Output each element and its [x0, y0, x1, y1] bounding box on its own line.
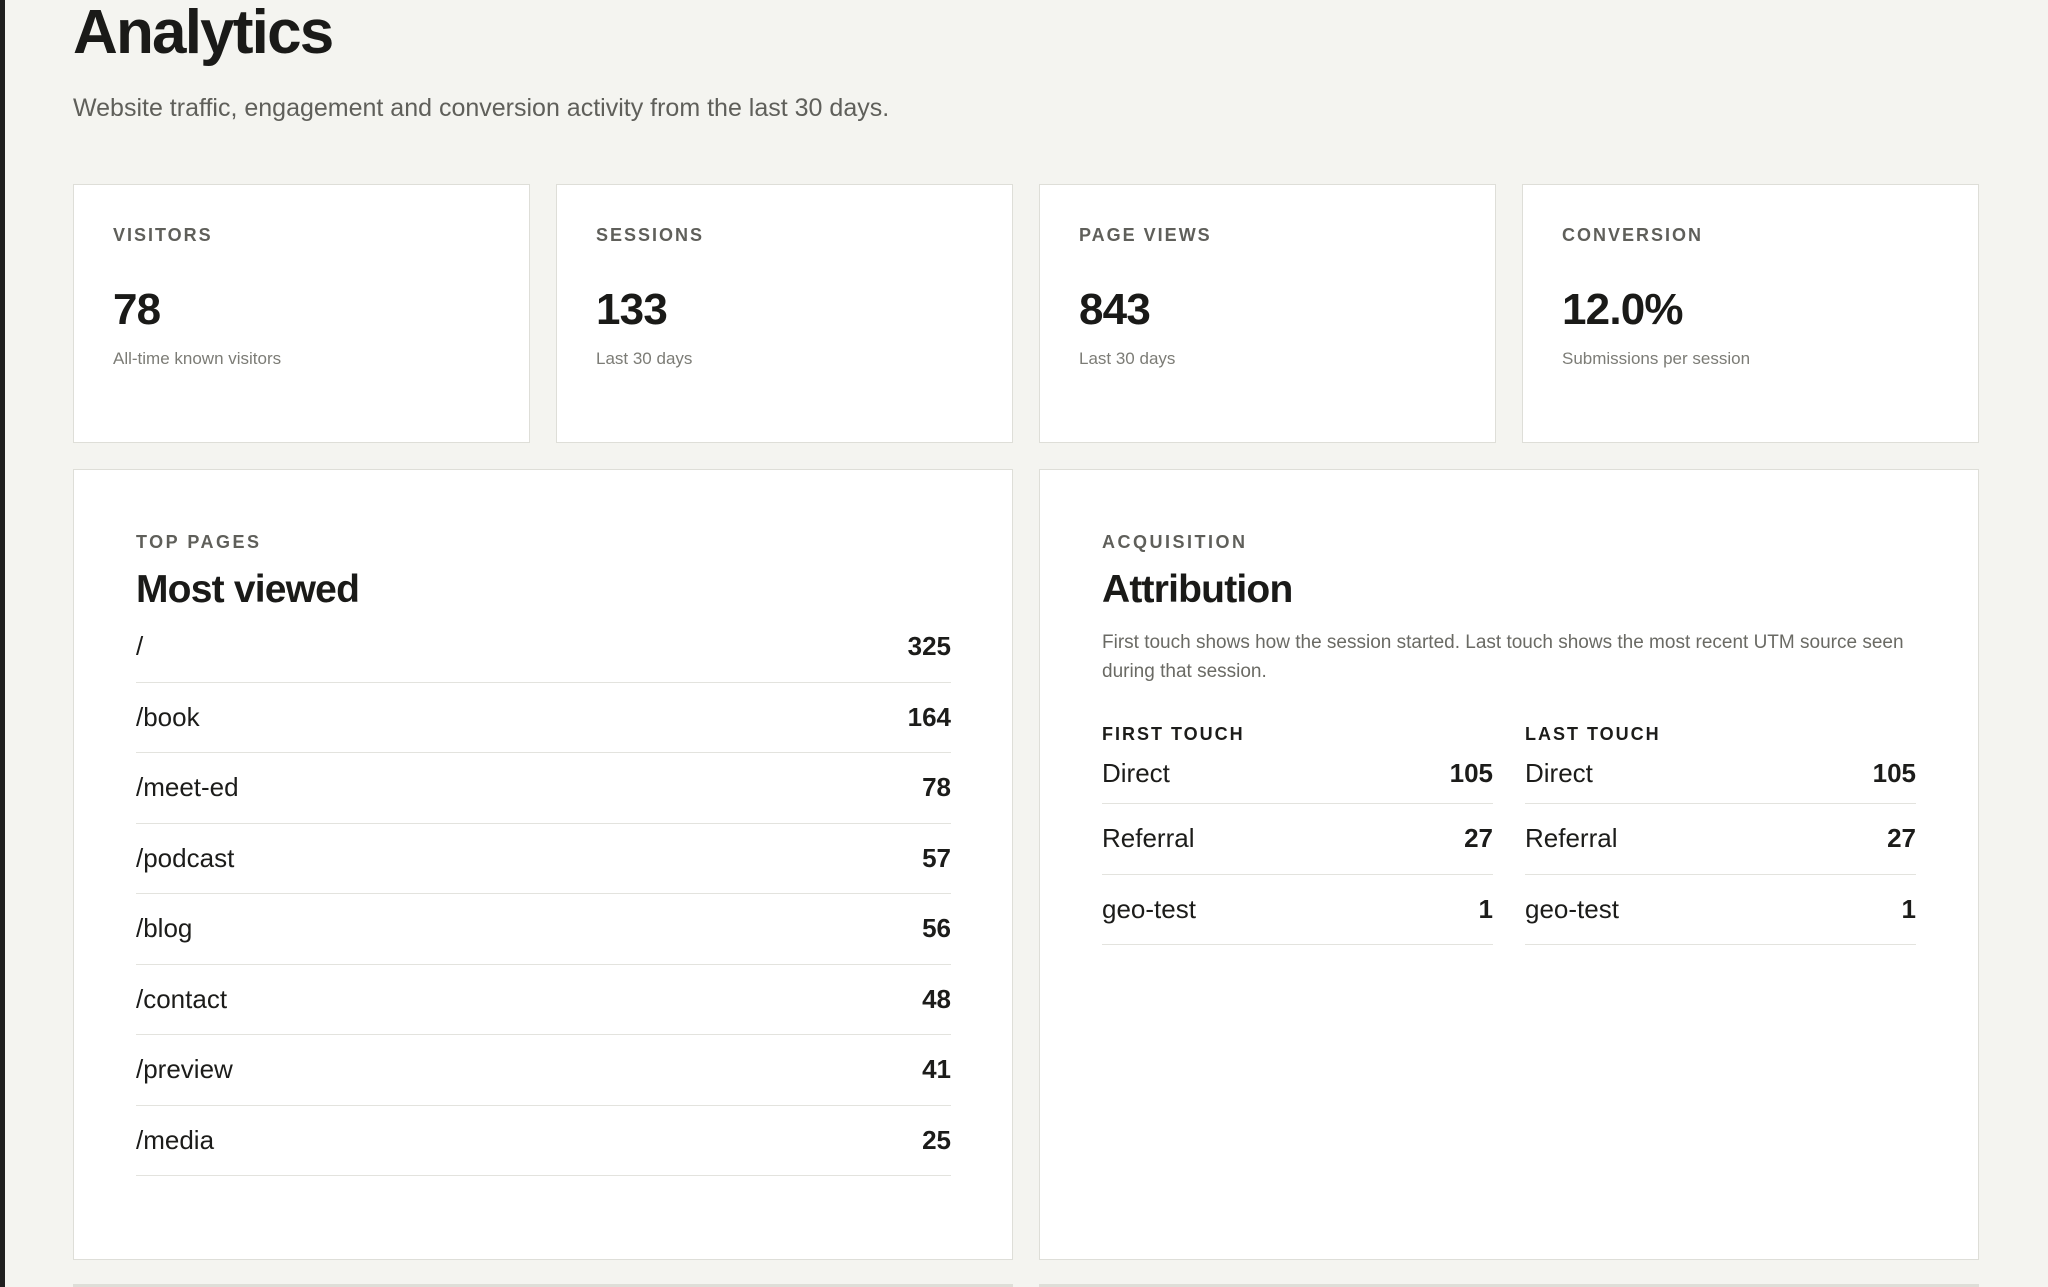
page-path: /podcast: [136, 842, 235, 873]
source-name: geo-test: [1102, 893, 1196, 924]
stat-value: 12.0%: [1562, 285, 1684, 334]
stat-note: All-time known visitors: [113, 349, 282, 368]
source-count: 1: [1478, 893, 1493, 924]
page-path: /contact: [136, 983, 228, 1014]
last-touch-column: LAST TOUCH Direct 105 Referral 27 geo-te…: [1525, 724, 1916, 945]
panel-eyebrow: ACQUISITION: [1102, 532, 1248, 552]
source-count: 27: [1887, 823, 1916, 854]
acquisition-panel: ACQUISITION Attribution First touch show…: [1039, 469, 1979, 1260]
top-pages-panel: TOP PAGES Most viewed / 325 /book 164 /m…: [73, 469, 1013, 1260]
first-touch-list: Direct 105 Referral 27 geo-test 1: [1102, 744, 1493, 945]
page-view-count: 325: [907, 631, 951, 662]
list-item[interactable]: /book 164: [136, 683, 951, 753]
source-name: geo-test: [1525, 893, 1619, 924]
column-heading: LAST TOUCH: [1525, 724, 1661, 744]
page-path: /book: [136, 701, 200, 732]
source-count: 1: [1901, 893, 1916, 924]
top-pages-list: / 325 /book 164 /meet-ed 78 /podcast 57 …: [136, 612, 951, 1176]
stat-card-conversion: CONVERSION 12.0% Submissions per session: [1522, 184, 1979, 443]
stat-value: 78: [113, 285, 161, 334]
stat-label: PAGE VIEWS: [1079, 225, 1212, 245]
page-path: /media: [136, 1124, 215, 1155]
page-view-count: 41: [922, 1054, 951, 1085]
page-path: /blog: [136, 913, 193, 944]
stat-label: SESSIONS: [596, 225, 705, 245]
panel-heading: Most viewed: [136, 568, 360, 611]
list-item[interactable]: Referral 27: [1525, 804, 1916, 875]
list-item[interactable]: /preview 41: [136, 1035, 951, 1106]
source-name: Direct: [1525, 758, 1593, 788]
page-view-count: 56: [922, 913, 951, 944]
list-item[interactable]: /meet-ed 78: [136, 753, 951, 824]
source-count: 27: [1464, 823, 1493, 854]
stat-card-sessions: SESSIONS 133 Last 30 days: [556, 184, 1013, 443]
stat-label: VISITORS: [113, 225, 213, 245]
attribution-description: First touch shows how the session starte…: [1102, 632, 1904, 682]
list-item[interactable]: Referral 27: [1102, 804, 1493, 875]
page-subtitle: Website traffic, engagement and conversi…: [73, 94, 890, 122]
list-item[interactable]: /blog 56: [136, 894, 951, 965]
source-count: 105: [1872, 758, 1916, 788]
stat-value: 133: [596, 285, 668, 334]
page-path: /preview: [136, 1054, 233, 1085]
list-item[interactable]: / 325: [136, 612, 951, 683]
panel-heading: Attribution: [1102, 568, 1293, 611]
page-view-count: 164: [907, 701, 951, 732]
list-item[interactable]: /contact 48: [136, 965, 951, 1035]
stat-card-visitors: VISITORS 78 All-time known visitors: [73, 184, 530, 443]
source-count: 105: [1449, 758, 1493, 788]
panel-eyebrow: TOP PAGES: [136, 532, 262, 552]
page-title: Analytics: [73, 0, 334, 67]
stat-label: CONVERSION: [1562, 225, 1704, 245]
list-item[interactable]: geo-test 1: [1525, 875, 1916, 945]
first-touch-column: FIRST TOUCH Direct 105 Referral 27 geo-t…: [1102, 724, 1493, 945]
source-name: Direct: [1102, 758, 1170, 788]
page-view-count: 57: [922, 842, 951, 873]
stat-note: Last 30 days: [1079, 349, 1176, 368]
page-view-count: 48: [922, 983, 951, 1014]
stat-note: Last 30 days: [596, 349, 693, 368]
list-item[interactable]: Direct 105: [1525, 744, 1916, 804]
list-item[interactable]: /podcast 57: [136, 824, 951, 894]
source-name: Referral: [1525, 823, 1618, 854]
page-path: /meet-ed: [136, 772, 239, 803]
page-view-count: 25: [922, 1124, 951, 1155]
page-path: /: [136, 631, 144, 662]
stat-note: Submissions per session: [1562, 349, 1751, 368]
stat-value: 843: [1079, 285, 1151, 334]
last-touch-list: Direct 105 Referral 27 geo-test 1: [1525, 744, 1916, 945]
stat-card-page-views: PAGE VIEWS 843 Last 30 days: [1039, 184, 1496, 443]
window-left-edge: [0, 0, 5, 1287]
list-item[interactable]: Direct 105: [1102, 744, 1493, 804]
list-item[interactable]: /media 25: [136, 1106, 951, 1176]
source-name: Referral: [1102, 823, 1195, 854]
column-heading: FIRST TOUCH: [1102, 724, 1245, 744]
list-item[interactable]: geo-test 1: [1102, 875, 1493, 945]
page-view-count: 78: [922, 772, 951, 803]
